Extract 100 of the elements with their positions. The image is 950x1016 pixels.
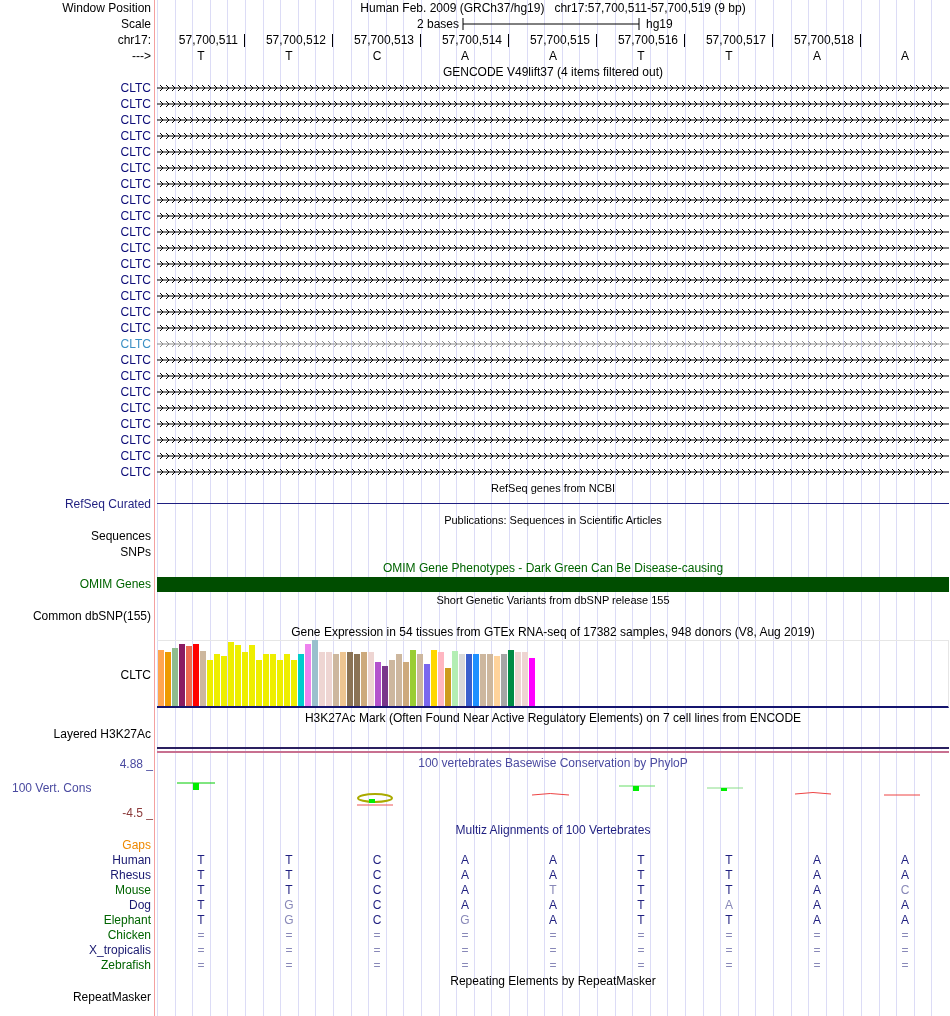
expression-bar[interactable] xyxy=(340,652,346,706)
expression-bar[interactable] xyxy=(501,654,507,706)
expression-bar[interactable] xyxy=(193,644,199,706)
aligned-base: = xyxy=(812,927,822,942)
expression-bar[interactable] xyxy=(354,654,360,706)
expression-bar[interactable] xyxy=(207,660,213,706)
gene-label[interactable]: CLTC xyxy=(0,96,157,112)
species-label: Dog xyxy=(128,896,152,913)
gene-label[interactable]: CLTC xyxy=(0,416,157,432)
aligned-base: A xyxy=(460,867,470,882)
gene-label[interactable]: CLTC xyxy=(0,192,157,208)
expression-bar[interactable] xyxy=(522,652,528,706)
species-label: Chicken xyxy=(106,927,152,943)
gene-label[interactable]: CLTC xyxy=(0,304,157,320)
expression-bar[interactable] xyxy=(410,650,416,706)
expression-bar[interactable] xyxy=(228,642,234,706)
expression-bar[interactable] xyxy=(333,654,339,706)
aligned-base: C xyxy=(371,882,383,897)
base-letter: T xyxy=(196,49,206,63)
gene-label[interactable]: CLTC xyxy=(0,352,157,368)
gene-label[interactable]: CLTC xyxy=(0,400,157,416)
gene-label[interactable]: CLTC xyxy=(0,80,157,96)
aligned-base: A xyxy=(900,852,910,867)
gene-label[interactable]: CLTC xyxy=(0,288,157,304)
expression-bar[interactable] xyxy=(172,648,178,706)
expression-bar[interactable] xyxy=(452,651,458,706)
expression-bar[interactable] xyxy=(235,645,241,706)
base-letter: A xyxy=(460,49,470,63)
expression-bar[interactable] xyxy=(473,654,479,706)
base-letter: A xyxy=(812,49,822,63)
aligned-base: T xyxy=(724,882,734,897)
expression-bar[interactable] xyxy=(242,652,248,706)
expression-bar[interactable] xyxy=(270,654,276,706)
gene-label[interactable]: CLTC xyxy=(0,208,157,224)
gene-label[interactable]: CLTC xyxy=(0,336,157,352)
gene-label[interactable]: CLTC xyxy=(0,240,157,256)
expression-bar[interactable] xyxy=(431,650,437,706)
expression-bar[interactable] xyxy=(389,660,395,706)
expression-bar[interactable] xyxy=(326,652,332,706)
expression-bar[interactable] xyxy=(179,644,185,706)
expression-bar[interactable] xyxy=(438,652,444,706)
expression-bar[interactable] xyxy=(368,652,374,706)
expression-bar[interactable] xyxy=(375,662,381,706)
gene-label[interactable]: CLTC xyxy=(0,368,157,384)
gene-label[interactable]: CLTC xyxy=(0,160,157,176)
aligned-base: = xyxy=(900,942,910,957)
expression-bar[interactable] xyxy=(417,654,423,706)
track-label: Common dbSNP(155) xyxy=(31,608,152,624)
aligned-base: A xyxy=(812,882,822,897)
expression-bar[interactable] xyxy=(515,652,521,706)
expression-bar[interactable] xyxy=(221,656,227,706)
omim-gene-bar[interactable] xyxy=(157,577,949,592)
gene-label[interactable]: CLTC xyxy=(0,464,157,480)
expression-bar[interactable] xyxy=(249,645,255,706)
expression-bar[interactable] xyxy=(186,646,192,706)
gene-label[interactable]: CLTC xyxy=(0,432,157,448)
expression-bar[interactable] xyxy=(291,660,297,706)
track-label: RepeatMasker xyxy=(71,989,152,1005)
expression-bar[interactable] xyxy=(494,656,500,706)
gene-label[interactable]: CLTC xyxy=(0,448,157,464)
expression-bar[interactable] xyxy=(312,640,318,706)
expression-bar[interactable] xyxy=(165,652,171,706)
gene-label[interactable]: CLTC xyxy=(0,384,157,400)
expression-bar[interactable] xyxy=(445,668,451,706)
gene-label[interactable]: CLTC xyxy=(0,112,157,128)
track-label: RefSeq Curated xyxy=(63,496,152,512)
expression-bar[interactable] xyxy=(529,658,535,706)
expression-bar[interactable] xyxy=(508,650,514,706)
gene-label[interactable]: CLTC xyxy=(0,272,157,288)
expression-bar[interactable] xyxy=(263,654,269,706)
expression-bar[interactable] xyxy=(284,654,290,706)
expression-bar[interactable] xyxy=(396,654,402,706)
expression-bar[interactable] xyxy=(305,644,311,706)
expression-bar[interactable] xyxy=(487,654,493,706)
aligned-base: A xyxy=(460,882,470,897)
expression-bar[interactable] xyxy=(200,651,206,706)
gene-label[interactable]: CLTC xyxy=(0,176,157,192)
ruler-tick: 57,700,516 xyxy=(597,33,685,47)
expression-bar[interactable] xyxy=(256,660,262,706)
expression-bar[interactable] xyxy=(298,654,304,706)
ruler-tick: 57,700,511 xyxy=(157,33,245,47)
expression-bar[interactable] xyxy=(214,654,220,706)
gene-label[interactable]: CLTC xyxy=(0,128,157,144)
expression-bar[interactable] xyxy=(382,666,388,706)
expression-bar[interactable] xyxy=(403,662,409,706)
expression-bar[interactable] xyxy=(424,664,430,706)
gene-label[interactable]: CLTC xyxy=(0,144,157,160)
expression-bar[interactable] xyxy=(277,660,283,706)
expression-bar[interactable] xyxy=(319,652,325,706)
expression-bar[interactable] xyxy=(459,654,465,706)
expression-bar[interactable] xyxy=(466,654,472,706)
aligned-base: T xyxy=(548,882,558,897)
expression-bar[interactable] xyxy=(480,654,486,706)
gene-label[interactable]: CLTC xyxy=(0,320,157,336)
expression-bar[interactable] xyxy=(158,650,164,706)
expression-bar[interactable] xyxy=(347,652,353,706)
gene-label[interactable]: CLTC xyxy=(0,256,157,272)
gene-label[interactable]: CLTC xyxy=(0,224,157,240)
expression-bar[interactable] xyxy=(361,652,367,706)
aligned-base: = xyxy=(372,957,382,972)
